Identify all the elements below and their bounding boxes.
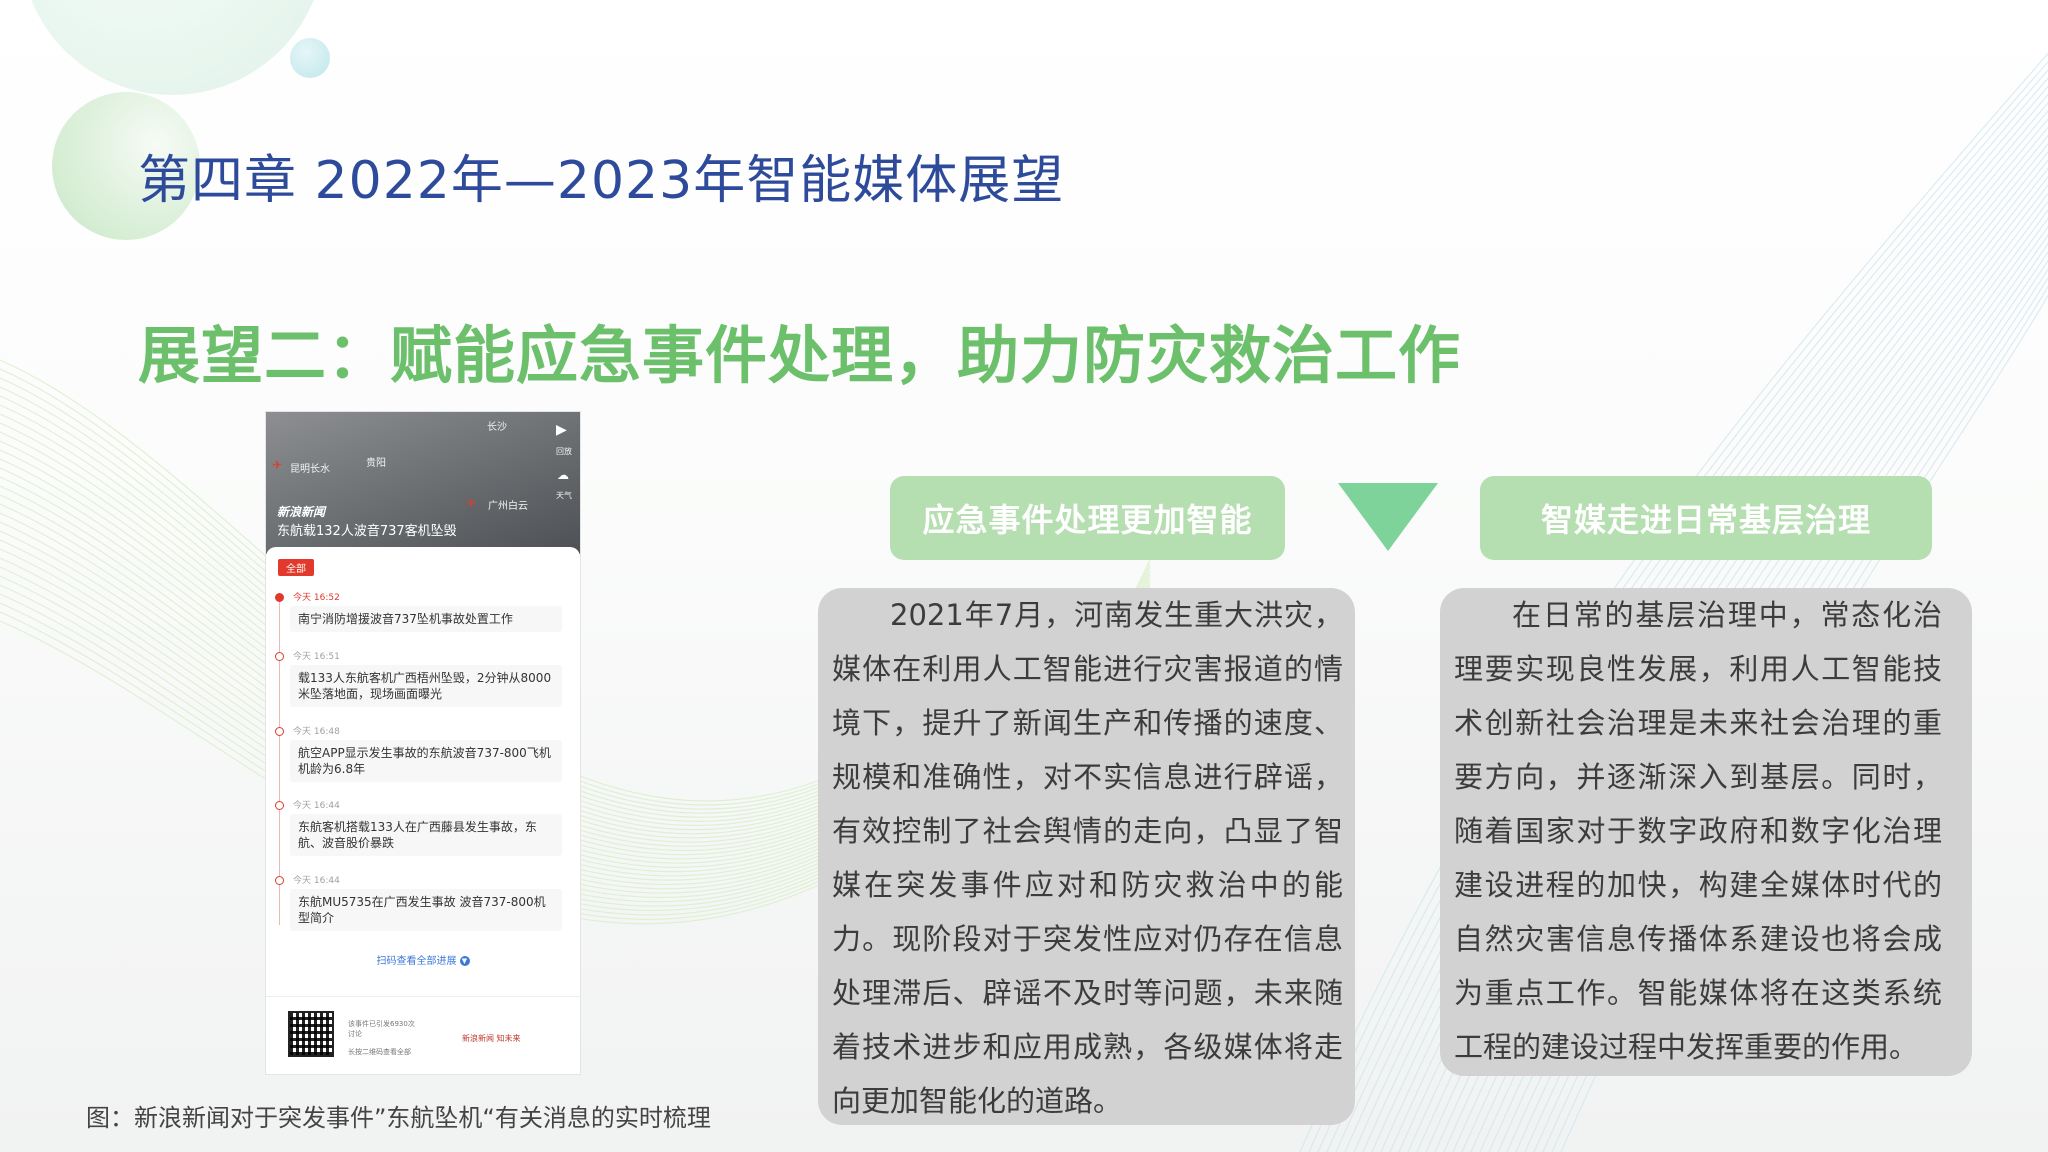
chapter-title: 第四章 2022年—2023年智能媒体展望 (138, 151, 1065, 211)
footer-logo: 新浪新闻 知未来 (462, 1034, 521, 1043)
timeline-card: 全部 今天 16:52 南宁消防增援波音737坠机事故处置工作 今天 16:51… (266, 547, 580, 1074)
timeline-dot (275, 652, 284, 661)
timeline-text: 南宁消防增援波音737坠机事故处置工作 (290, 606, 562, 632)
cloud-icon: ☁ (557, 468, 569, 482)
timeline-dot (275, 593, 284, 602)
map-side-label-b: 天气 (556, 491, 572, 500)
plane-icon-dest: ✈ (466, 496, 477, 510)
right-panel-title: 智媒走进日常基层治理 (1480, 476, 1932, 560)
slide-headline: 展望二：赋能应急事件处理，助力防灾救治工作 (138, 319, 1462, 392)
timeline-time: 今天 16:44 (293, 876, 340, 886)
qr-code-icon (288, 1011, 334, 1057)
map-side-label-a: 回放 (556, 447, 572, 456)
right-panel-body: 在日常的基层治理中，常态化治理要实现良性发展，利用人工智能技术创新社会治理是未来… (1440, 588, 1972, 1076)
timeline-time: 今天 16:44 (293, 801, 340, 811)
phone-screenshot: 长沙 昆明长水 贵阳 广州白云 ▶ 回放 ☁ 天气 ✈ ✈ 新浪新闻 东航载13… (266, 412, 580, 1074)
timeline-time: 今天 16:48 (293, 727, 340, 737)
timeline-dot (275, 801, 284, 810)
timeline-dot (275, 727, 284, 736)
expand-all-label: 扫码查看全部进展 (376, 956, 457, 967)
map-label-changsha: 长沙 (487, 422, 507, 433)
timeline-text: 东航MU5735在广西发生事故 波音737-800机型简介 (290, 889, 562, 931)
timeline-dot (275, 876, 284, 885)
left-panel-body: 2021年7月，河南发生重大洪灾，媒体在利用人工智能进行灾害报道的情境下，提升了… (818, 588, 1355, 1125)
timeline-time: 今天 16:51 (293, 652, 340, 662)
timeline-time: 今天 16:52 (293, 593, 340, 603)
play-icon[interactable]: ▶ (556, 422, 567, 438)
map-label-kunming: 昆明长水 (290, 464, 330, 475)
left-panel-title: 应急事件处理更加智能 (890, 476, 1285, 560)
expand-all-link[interactable]: 扫码查看全部进展 ▼ (266, 952, 580, 967)
map-label-guiyang: 贵阳 (366, 458, 386, 469)
map-label-guangzhou: 广州白云 (488, 501, 528, 512)
chevron-down-icon: ▼ (459, 956, 470, 966)
phone-footer: 该事件已引发6930次 讨论 长按二维码查看全部 新浪新闻 知未来 (266, 996, 580, 1074)
plane-icon-origin: ✈ (272, 458, 283, 472)
sina-news-brand: 新浪新闻 (277, 505, 326, 519)
footer-discussion-count: 该事件已引发6930次 (348, 1020, 415, 1028)
map-headline: 东航载132人波音737客机坠毁 (277, 524, 457, 539)
timeline-text: 载133人东航客机广西梧州坠毁，2分钟从8000米坠落地面，现场画面曝光 (290, 665, 562, 707)
timeline-text: 航空APP显示发生事故的东航波音737-800飞机机龄为6.8年 (290, 740, 562, 782)
figure-caption: 图：新浪新闻对于突发事件”东航坠机“有关消息的实时梳理 (86, 1104, 711, 1132)
timeline-text: 东航客机搭载133人在广西藤县发生事故，东航、波音股价暴跌 (290, 814, 562, 856)
map-banner: 长沙 昆明长水 贵阳 广州白云 ▶ 回放 ☁ 天气 ✈ ✈ 新浪新闻 东航载13… (266, 412, 580, 554)
footer-discussion-suffix: 讨论 (348, 1030, 362, 1038)
all-filter-badge[interactable]: 全部 (278, 559, 314, 576)
footer-qr-hint: 长按二维码查看全部 (348, 1048, 411, 1056)
triangle-arrow-icon (1338, 483, 1438, 551)
